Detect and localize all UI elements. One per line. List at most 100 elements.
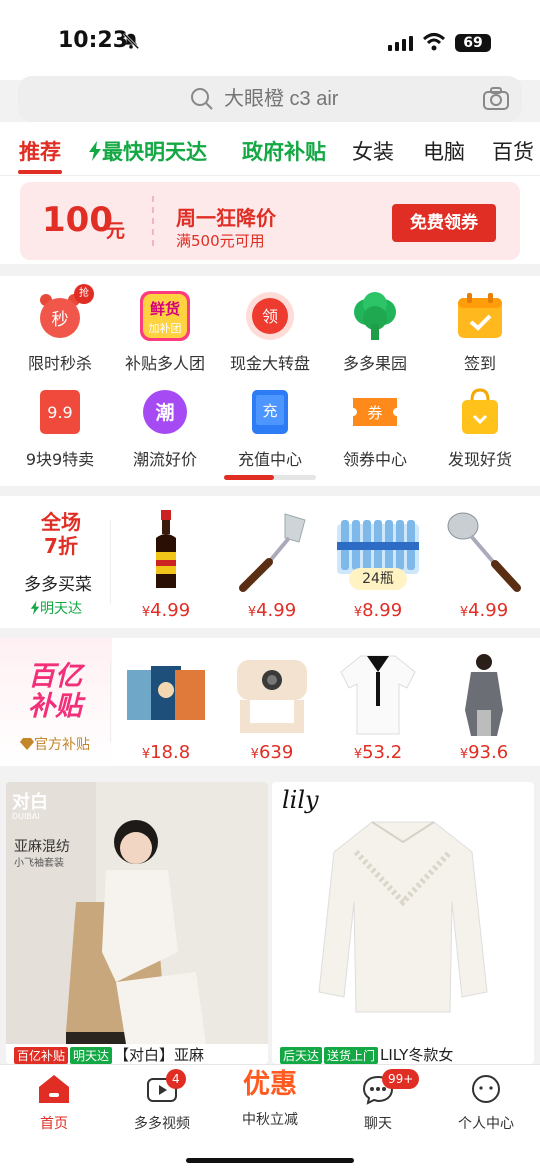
grid-label: 9块9特卖: [25, 450, 95, 469]
grid-item-topup[interactable]: 充 充值中心: [216, 386, 324, 470]
coupon-card[interactable]: 100 元 周一狂降价 满500元可用 免费领券: [20, 182, 520, 260]
grid-page-indicator-thumb: [224, 475, 274, 480]
tree-icon: [349, 290, 401, 342]
product-card[interactable]: ¥4.99: [224, 508, 320, 621]
grid-item-orchard[interactable]: 多多果园: [321, 290, 429, 374]
trend-bubble-icon: 潮: [139, 386, 191, 438]
claim-coupon-button[interactable]: 免费领券: [392, 204, 496, 242]
brand-logo: 对白: [12, 792, 48, 813]
card-title: LILY冬款女: [380, 1046, 454, 1064]
grid-item-group-buy[interactable]: 鲜货 加补团 补贴多人团: [111, 290, 219, 374]
trend-icon-text: 潮: [155, 402, 174, 424]
subsidy-official-label: 官方补贴: [34, 737, 90, 753]
camera-icon[interactable]: [482, 86, 510, 112]
product-card[interactable]: ¥93.6: [436, 650, 532, 763]
mute-bell-icon: [122, 32, 140, 50]
product-card[interactable]: 24瓶 ¥8.99: [330, 508, 426, 621]
subsidy-title-line1: 百亿: [28, 661, 82, 692]
product-card[interactable]: ¥639: [224, 650, 320, 763]
subsidy-official: 官方补贴: [20, 734, 90, 754]
product-card[interactable]: ¥18.8: [118, 650, 214, 763]
grocery-delivery-label: 明天达: [40, 601, 82, 617]
tab-general-goods[interactable]: 百货: [492, 136, 534, 166]
subsidy-title: 百亿 补贴: [28, 662, 82, 722]
nav-promo[interactable]: 优惠 中秋立减: [216, 1069, 324, 1129]
currency-symbol: ¥: [247, 605, 257, 620]
group-buy-icon-text-2: 加补团: [149, 322, 182, 335]
feature-grid: 秒 抢 限时秒杀 鲜货 加补团 补贴多人团 领 现金大转盘 多多果园 签到 9.…: [0, 276, 540, 486]
subsidy-tag: 百亿补贴: [14, 1047, 69, 1064]
tab-gov-subsidy[interactable]: 政府补贴: [242, 136, 326, 166]
card-desc-sub: 小飞袖套装: [14, 858, 64, 869]
notification-badge: 99+: [382, 1069, 420, 1089]
product-price: ¥8.99: [353, 600, 403, 621]
grocery-promo[interactable]: 全场 7折 多多买菜 明天达: [0, 496, 112, 628]
section-divider: [110, 662, 111, 742]
home-indicator: [186, 1158, 354, 1163]
projector-image: [229, 650, 315, 736]
nav-label: 多多视频: [134, 1116, 190, 1132]
profile-face-icon: [472, 1075, 500, 1103]
search-bar[interactable]: [18, 76, 522, 122]
subsidy-promo[interactable]: 百亿 补贴 官方补贴: [0, 638, 112, 766]
search-input[interactable]: [224, 76, 424, 122]
promo-big-label: 优惠: [243, 1069, 297, 1100]
grocery-section[interactable]: 全场 7折 多多买菜 明天达 ¥4.99 ¥4.99 24瓶 ¥8.99 ¥4.…: [0, 496, 540, 628]
delivery-tag: 后天达: [280, 1047, 323, 1064]
grid-item-checkin[interactable]: 签到: [426, 290, 534, 374]
home-delivery-tag: 送货上门: [324, 1047, 379, 1064]
calendar-check-icon: [454, 290, 506, 342]
tab-fastest-delivery-label: 最快明天达: [102, 140, 207, 164]
grid-item-9-9-sale[interactable]: 9.9 9块9特卖: [6, 386, 114, 470]
grid-label: 签到: [463, 354, 496, 373]
tab-computers[interactable]: 电脑: [423, 136, 465, 166]
product-price: ¥639: [250, 742, 294, 763]
nav-label: 中秋立减: [242, 1112, 298, 1128]
nav-profile[interactable]: 个人中心: [432, 1073, 540, 1133]
product-price: ¥53.2: [353, 742, 403, 763]
grid-item-cash-wheel[interactable]: 领 现金大转盘: [216, 290, 324, 374]
promo-line1: 全场: [41, 510, 81, 534]
status-bar: 10:23 69: [0, 0, 540, 80]
nav-videos[interactable]: 4 多多视频: [108, 1069, 216, 1133]
grid-item-coupon-center[interactable]: 券 领券中心: [321, 386, 429, 470]
coupon-unit: 元: [106, 220, 126, 242]
coupon-divider: [152, 196, 154, 246]
grid-item-flash-sale[interactable]: 秒 抢 限时秒杀: [6, 284, 114, 374]
nav-chat[interactable]: 99+ 聊天: [324, 1069, 432, 1133]
feed-card[interactable]: lily 后天达 送货上门 LILY冬款女: [272, 782, 534, 1064]
nav-home[interactable]: 首页: [0, 1073, 108, 1133]
card-title: 【对白】亚麻: [114, 1046, 205, 1064]
coupon-center-icon-text: 券: [367, 404, 382, 422]
phone-topup-icon: 充: [244, 386, 296, 438]
wifi-icon: [422, 33, 446, 51]
brand-logo: lily: [282, 786, 319, 814]
grid-item-trend-deals[interactable]: 潮 潮流好价: [111, 386, 219, 470]
tab-fastest-delivery[interactable]: 最快明天达: [88, 136, 207, 166]
feed-card[interactable]: 对白 DUIBAI 亚麻混纺 小飞袖套装 百亿补贴 明天达 【对白】亚麻: [6, 782, 268, 1064]
grab-badge: 抢: [74, 284, 94, 304]
product-card[interactable]: ¥4.99: [436, 508, 532, 621]
feed-cards: 对白 DUIBAI 亚麻混纺 小飞袖套装 百亿补贴 明天达 【对白】亚麻 lily …: [0, 774, 540, 1064]
grid-label: 现金大转盘: [229, 354, 310, 373]
spin-wheel-icon: 领: [244, 290, 296, 342]
ticket-icon: 券: [349, 386, 401, 438]
product-card[interactable]: ¥4.99: [118, 508, 214, 621]
subsidy-section[interactable]: 百亿 补贴 官方补贴 ¥18.8 ¥639 ¥53.2 ¥93.6: [0, 638, 540, 766]
tab-recommend[interactable]: 推荐: [19, 136, 61, 166]
tab-womens-wear[interactable]: 女装: [352, 136, 394, 166]
coupon-condition: 满500元可用: [176, 232, 265, 250]
cell-signal-icon: [388, 36, 413, 51]
card-caption: 后天达 送货上门 LILY冬款女: [280, 1044, 453, 1064]
currency-symbol: ¥: [141, 605, 151, 620]
subsidy-title-line2: 补贴: [28, 691, 82, 722]
grid-page-indicator: [224, 475, 316, 480]
fresh-goods-icon: 鲜货 加补团: [139, 290, 191, 342]
grid-label: 领券中心: [342, 450, 407, 469]
model-in-chair-image: [6, 782, 268, 1044]
product-card[interactable]: ¥53.2: [330, 650, 426, 763]
coupon-title: 周一狂降价: [176, 206, 276, 230]
grid-item-discover[interactable]: 发现好货: [426, 386, 534, 470]
active-tab-indicator: [18, 170, 62, 174]
category-tabs: 推荐 最快明天达 政府补贴 女装 电脑 百货: [0, 122, 540, 176]
